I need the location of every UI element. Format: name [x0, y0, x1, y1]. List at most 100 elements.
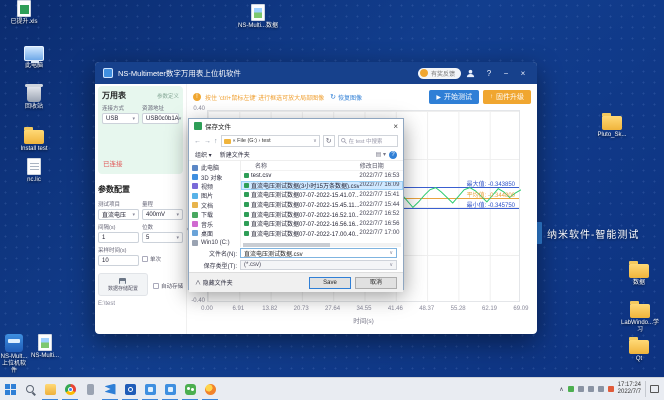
user-icon[interactable] [466, 69, 478, 78]
filename-input[interactable]: 直流电压测试数据.csv ∨ [240, 248, 397, 258]
chevron-down-icon: ▾ [176, 234, 179, 241]
digits-select[interactable]: 5 ▾ [142, 232, 183, 243]
taskbar-clock[interactable]: 17:17:24 2022/7/7 [618, 382, 641, 396]
desktop-icon[interactable]: Pluto_Sk... [592, 112, 632, 139]
close-button[interactable]: × [517, 69, 529, 78]
conn-select[interactable]: USB ▾ [102, 113, 139, 124]
organize-menu[interactable]: 组织 ▾ [195, 150, 212, 159]
interval-input[interactable]: 1 [98, 232, 139, 243]
desktop-icon-glyph [630, 301, 650, 318]
x-tick-label: 69.09 [513, 306, 529, 312]
desktop-icon[interactable]: 此电脑 [10, 46, 58, 70]
column-name[interactable]: 名称 [241, 161, 360, 170]
desktop-icon[interactable]: NS-Mult...上位机软件 [0, 334, 28, 375]
restore-image-button[interactable]: ↻ 恢复图像 [330, 93, 362, 102]
search-icon[interactable] [20, 378, 40, 400]
view-mode-icon[interactable]: ▤ ▾ [376, 151, 386, 158]
horizontal-scrollbar[interactable] [243, 243, 401, 247]
tray-usb-icon[interactable] [587, 386, 594, 392]
file-row[interactable]: 直流电压测试数据07-07-2022-16.52.10... 2022/7/7 … [241, 209, 403, 219]
param-define-link[interactable]: 参数定义 [157, 92, 179, 100]
app-blue-2-icon[interactable] [160, 378, 180, 400]
desktop-icon-label: Install test [20, 146, 48, 152]
autosave-checkbox[interactable]: 自动存储 [152, 282, 183, 290]
sidebar-item[interactable]: 音乐 [189, 219, 240, 229]
single-checkbox[interactable]: 单次 [142, 255, 183, 263]
tray-app-icon[interactable] [607, 386, 614, 392]
tray-security-icon[interactable] [567, 386, 574, 392]
firmware-upgrade-button[interactable]: ↑ 固件升级 [483, 90, 531, 104]
hide-folders-button[interactable]: ∧ 隐藏文件夹 [195, 278, 233, 287]
save-button[interactable]: Save [309, 276, 351, 289]
forward-icon[interactable]: → [204, 138, 211, 145]
notification-icon[interactable] [650, 385, 659, 393]
up-icon[interactable]: ↑ [214, 138, 218, 145]
new-folder-button[interactable]: 新建文件夹 [220, 150, 250, 159]
tray-volume-icon[interactable] [597, 386, 604, 392]
sidebar-item-icon [192, 211, 198, 218]
scrollbar-thumb[interactable] [243, 243, 330, 247]
desktop-icon[interactable]: 回收站 [10, 84, 58, 111]
taskbar-icon-glyph [184, 383, 196, 395]
sidebar-item[interactable]: 此电脑 [189, 163, 240, 172]
search-box[interactable]: 在 test 中搜索 [337, 135, 398, 147]
sidebar-item[interactable]: Win10 (C:) [189, 238, 240, 247]
reward-badge[interactable]: 有奖反馈 [417, 67, 461, 79]
dialog-help-icon[interactable]: ? [389, 150, 397, 159]
breadcrumb[interactable]: « File (G:) › test ∨ [220, 135, 320, 147]
tray-network-icon[interactable] [577, 386, 584, 392]
start-test-button[interactable]: ▶ 开始测试 [429, 90, 479, 104]
desktop-icon-glyph [27, 158, 41, 175]
play-icon: ▶ [436, 94, 441, 101]
column-date[interactable]: 修改日期 [360, 161, 403, 170]
back-icon[interactable]: ← [194, 138, 201, 145]
wechat-icon[interactable] [180, 378, 200, 400]
connection-status[interactable]: 已连接 [103, 158, 123, 168]
desktop-icon[interactable]: NS-Multi... [28, 334, 62, 360]
sidebar-item[interactable]: 文档 [189, 201, 240, 210]
app-blue-1-icon[interactable] [140, 378, 160, 400]
file-row[interactable]: 直流电压测试数据07-07-2022-15.41.07... 2022/7/7 … [241, 190, 403, 200]
desktop-icon[interactable]: 数据 [616, 260, 662, 287]
cancel-button[interactable]: 取消 [355, 276, 397, 289]
vscode-icon[interactable] [100, 378, 120, 400]
file-name: test.csv [251, 172, 272, 179]
start-icon[interactable] [0, 378, 20, 400]
desktop-icon[interactable]: 已提升.xls [0, 0, 48, 26]
desktop-icon[interactable]: Qt [616, 336, 662, 363]
sample-time-input[interactable]: 10 [98, 255, 139, 266]
sidebar-item-label: 此电脑 [201, 166, 220, 173]
sidebar-item[interactable]: 桌面 [189, 229, 240, 238]
minimize-button[interactable]: − [500, 69, 512, 78]
refresh-icon[interactable]: ↻ [322, 135, 335, 147]
sidebar-item[interactable]: 下载 [189, 210, 240, 219]
test-item-select[interactable]: 直流电压 ▾ [98, 209, 139, 220]
storage-config-button[interactable]: 数据存储配置 [98, 273, 148, 296]
desktop-icon-glyph [629, 261, 649, 278]
file-explorer-icon[interactable] [40, 378, 60, 400]
outlook-icon[interactable] [120, 378, 140, 400]
sidebar-item[interactable]: 视频 [189, 182, 240, 191]
firefox-icon[interactable] [200, 378, 220, 400]
help-icon[interactable]: ? [483, 69, 495, 78]
desktop-icon[interactable]: LabWindo...学习 [620, 300, 660, 334]
chrome-icon[interactable] [60, 378, 80, 400]
range-select[interactable]: 400mV ▾ [142, 209, 183, 220]
dialog-close-icon[interactable]: × [393, 122, 398, 131]
file-row[interactable]: 直流电压测试数据(3小时15万条数据).csv 2022/7/7 16:09 M… [241, 180, 403, 191]
addr-select[interactable]: USB0c0b1A ▾ [142, 113, 181, 124]
desktop-icon[interactable]: Install test [10, 126, 58, 153]
device-icon[interactable] [80, 378, 100, 400]
tray-expand-icon[interactable]: ∧ [559, 386, 563, 393]
file-row[interactable]: 直流电压测试数据07-07-2022-17.00.40... 2022/7/7 … [241, 229, 403, 239]
savetype-select[interactable]: (*.csv) ∨ [240, 260, 397, 270]
file-row[interactable]: test.csv 2022/7/7 16:53 Mic... [241, 171, 403, 181]
desktop-icon[interactable]: nc.lic [10, 158, 58, 184]
sidebar-item-icon [192, 239, 198, 246]
file-row[interactable]: 直流电压测试数据07-07-2022-16.56.16... 2022/7/7 … [241, 219, 403, 229]
desktop-icon[interactable]: NS-Multi...数据 [234, 4, 282, 30]
sidebar-item[interactable]: 3D 对象 [189, 172, 240, 182]
x-tick-label: 0.00 [201, 306, 213, 312]
file-row[interactable]: 直流电压测试数据07-07-2022-15.45.11... 2022/7/7 … [241, 200, 403, 210]
sidebar-item[interactable]: 图片 [189, 191, 240, 200]
